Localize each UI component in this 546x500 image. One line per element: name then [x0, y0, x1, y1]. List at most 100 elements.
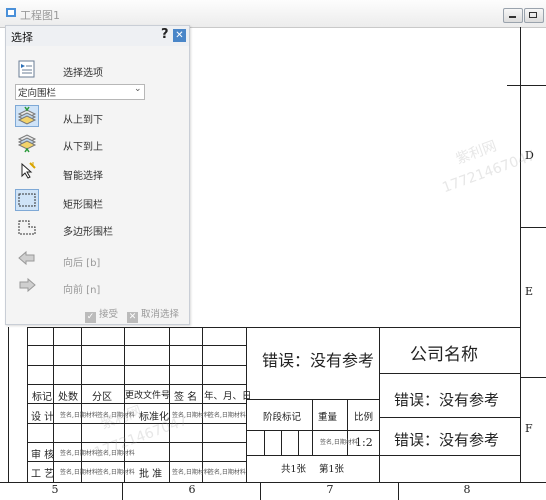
- grid-line: [27, 461, 246, 462]
- grid-line: [27, 345, 246, 346]
- placeholder-text: 签名,日期材料: [172, 469, 210, 476]
- stage-mark-label: 阶段标记: [263, 412, 302, 423]
- forward-label: 向前 [n]: [63, 285, 101, 296]
- selection-panel: 选择 ? ✕ 选择选项 定向围栏 ⌄ 从上到下 从下到上 智能选择 矩形围栏 多…: [5, 25, 190, 325]
- arrow-right-icon: [19, 277, 36, 293]
- back-label: 向后 [b]: [63, 258, 101, 269]
- zone-label-f: F: [525, 422, 533, 435]
- bottom-to-top-label: 从下到上: [63, 142, 103, 153]
- grid-line: [264, 430, 265, 455]
- minimize-icon: [509, 16, 516, 18]
- sheet-count: 共1张: [281, 464, 307, 475]
- list-options-icon: [18, 60, 35, 78]
- title-block-line: [27, 327, 28, 482]
- row-review: 审 核: [31, 450, 55, 461]
- title-block-line: [27, 327, 520, 328]
- grid-line: [281, 430, 282, 455]
- grid-line: [202, 327, 203, 482]
- zone-number-7: 7: [326, 483, 334, 496]
- grid-line: [27, 384, 246, 385]
- top-to-bottom-button[interactable]: [15, 105, 39, 127]
- panel-title: 选择: [11, 31, 33, 44]
- zone-number-6: 6: [188, 483, 196, 496]
- zone-number-8: 8: [463, 483, 471, 496]
- selection-mode-dropdown[interactable]: 定向围栏 ⌄: [15, 84, 145, 100]
- accept-button[interactable]: ✓ 接受: [85, 306, 119, 323]
- grid-line: [246, 430, 380, 431]
- row-approve: 批 准: [139, 469, 163, 480]
- back-button[interactable]: [15, 247, 39, 269]
- window-titlebar: 工程图1: [0, 0, 546, 28]
- placeholder-text: 签名,日期材料: [208, 412, 246, 419]
- layers-up-icon: [17, 134, 37, 153]
- frame-zone-tick: [520, 227, 546, 228]
- zone-label-e: E: [525, 285, 534, 298]
- arrow-left-icon: [18, 250, 35, 266]
- select-options-button[interactable]: [15, 58, 39, 80]
- frame-zone-tick: [520, 377, 546, 378]
- close-icon: ✕: [127, 312, 138, 323]
- row-design: 设 计: [31, 412, 55, 423]
- restore-button[interactable]: [524, 8, 544, 23]
- header-change-doc: 更改文件号: [125, 391, 171, 401]
- placeholder-text: 签名,日期材料: [97, 469, 135, 476]
- forward-button[interactable]: [15, 274, 39, 296]
- drawing-title-error: 错误：没有参考: [262, 351, 375, 370]
- placeholder-text: 签名,日期材料: [208, 469, 246, 476]
- layers-down-icon: [17, 106, 37, 125]
- frame-zone-tick: [398, 482, 399, 500]
- grid-line: [81, 327, 82, 482]
- frame-zone-tick: [507, 85, 546, 86]
- smart-cursor-icon: [21, 162, 36, 179]
- scale-value: 1:2: [355, 436, 373, 449]
- grid-line: [27, 365, 246, 366]
- smart-select-button[interactable]: [15, 159, 39, 181]
- placeholder-text: 签名,日期材料: [60, 469, 98, 476]
- scale-label: 比例: [354, 412, 374, 423]
- grid-line: [246, 399, 380, 400]
- polygon-fence-button[interactable]: [15, 216, 39, 238]
- bottom-to-top-button[interactable]: [15, 132, 39, 154]
- restore-icon: [529, 12, 537, 18]
- rectangle-fence-label: 矩形围栏: [63, 200, 103, 211]
- header-date: 年、月、日: [204, 391, 252, 402]
- dropdown-value: 定向围栏: [18, 88, 57, 99]
- polygon-fence-label: 多边形围栏: [63, 227, 113, 238]
- grid-line: [246, 327, 247, 482]
- polygon-fence-icon: [18, 220, 36, 235]
- grid-line: [347, 399, 348, 455]
- smart-select-label: 智能选择: [63, 171, 103, 182]
- company-name: 公司名称: [410, 345, 478, 365]
- grid-line: [246, 455, 380, 456]
- placeholder-text: 签名,日期材料: [60, 412, 98, 419]
- rectangle-fence-button[interactable]: [15, 189, 39, 211]
- cancel-selection-button[interactable]: ✕ 取消选择: [127, 306, 180, 323]
- grid-line: [379, 327, 380, 482]
- accept-label: 接受: [99, 309, 119, 320]
- chevron-down-icon: ⌄: [134, 84, 142, 94]
- select-options-label: 选择选项: [63, 68, 103, 79]
- placeholder-text: 签名,日期材料: [60, 450, 98, 457]
- frame-line: [520, 27, 521, 483]
- app-icon: [6, 8, 16, 17]
- header-sign: 签 名: [174, 392, 198, 403]
- grid-line: [379, 417, 520, 418]
- grid-line: [169, 327, 170, 482]
- frame-zone-tick: [260, 482, 261, 500]
- header-zone: 分区: [92, 392, 112, 403]
- frame-line: [8, 327, 9, 482]
- frame-zone-tick: [122, 482, 123, 500]
- weight-label: 重量: [318, 412, 338, 423]
- help-icon[interactable]: ?: [161, 27, 169, 42]
- rectangle-fence-icon: [18, 193, 36, 207]
- drawing-name-error: 错误：没有参考: [394, 391, 500, 409]
- close-button[interactable]: ✕: [173, 29, 186, 42]
- grid-line: [298, 430, 299, 455]
- placeholder-text: 签名,日期材料: [320, 439, 358, 446]
- cancel-selection-label: 取消选择: [141, 309, 180, 320]
- grid-line: [379, 455, 520, 456]
- grid-line: [312, 399, 313, 455]
- row-process: 工 艺: [31, 469, 55, 480]
- header-mark: 标记: [32, 392, 52, 403]
- minimize-button[interactable]: [503, 8, 523, 23]
